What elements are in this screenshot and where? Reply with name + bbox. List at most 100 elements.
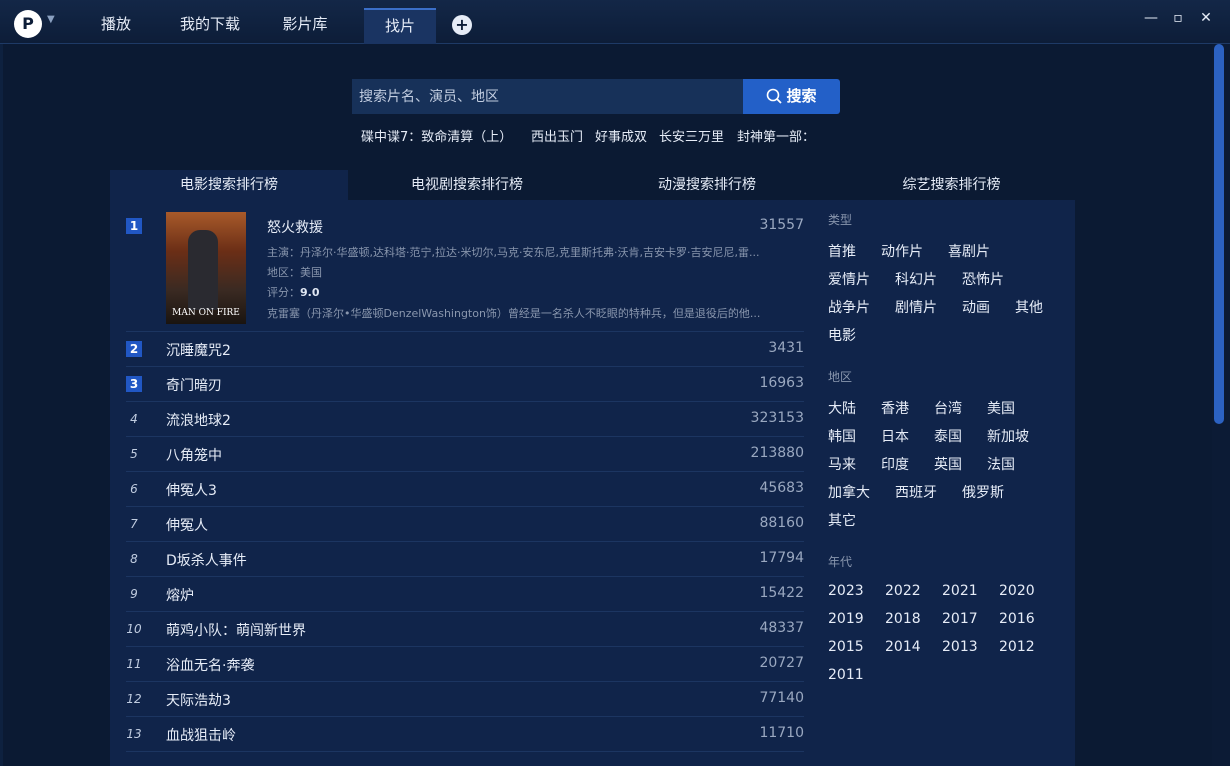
filter-region[interactable]: 台湾 bbox=[934, 398, 962, 418]
rank-number: 11 bbox=[126, 657, 142, 671]
filter-region[interactable]: 韩国 bbox=[828, 426, 856, 446]
search-button[interactable]: 搜索 bbox=[743, 79, 840, 114]
list-item[interactable]: 8 D坂杀人事件 17794 bbox=[126, 542, 804, 577]
chevron-down-icon[interactable]: ▼ bbox=[47, 14, 55, 25]
list-item-title[interactable]: 流浪地球2 bbox=[166, 410, 231, 430]
list-item[interactable]: 3 奇门暗刃 16963 bbox=[126, 367, 804, 402]
list-item-title[interactable]: 奇门暗刃 bbox=[166, 375, 222, 395]
maximize-icon[interactable]: ▫ bbox=[1168, 10, 1188, 26]
filter-region[interactable]: 美国 bbox=[987, 398, 1015, 418]
list-item[interactable]: 7 伸冤人 88160 bbox=[126, 507, 804, 542]
tab-play[interactable]: 播放 bbox=[80, 8, 152, 44]
hot-search-link[interactable]: 碟中谍7：致命清算（上） bbox=[361, 126, 512, 146]
list-item-title[interactable]: 萌鸡小队：萌闯新世界 bbox=[166, 620, 306, 640]
list-item-count: 11710 bbox=[759, 725, 804, 741]
hot-search-link[interactable]: 好事成双 bbox=[595, 126, 647, 146]
filter-year[interactable]: 2021 bbox=[942, 583, 978, 599]
list-item-title[interactable]: 血战狙击岭 bbox=[166, 725, 236, 745]
list-item[interactable]: 2 沉睡魔咒2 3431 bbox=[126, 332, 804, 367]
list-item-title[interactable]: 熔炉 bbox=[166, 585, 194, 605]
filter-region[interactable]: 其它 bbox=[828, 510, 856, 530]
list-item-title[interactable]: 浴血无名·奔袭 bbox=[166, 655, 254, 675]
ranking-tab-movie[interactable]: 电影搜索排行榜 bbox=[110, 170, 348, 200]
search-input[interactable] bbox=[352, 79, 744, 114]
category-year-heading: 年代 bbox=[828, 555, 853, 569]
list-item[interactable]: 11 浴血无名·奔袭 20727 bbox=[126, 647, 804, 682]
filter-year[interactable]: 2015 bbox=[828, 639, 864, 655]
filter-type[interactable]: 电影 bbox=[828, 325, 856, 345]
filter-year[interactable]: 2022 bbox=[885, 583, 921, 599]
list-item[interactable]: 4 流浪地球2 323153 bbox=[126, 402, 804, 437]
tab-find[interactable]: 找片 bbox=[364, 8, 436, 44]
ranking-tab-variety[interactable]: 综艺搜索排行榜 bbox=[828, 170, 1075, 200]
hot-search-link[interactable]: 西出玉门 bbox=[531, 126, 583, 146]
filter-region[interactable]: 英国 bbox=[934, 454, 962, 474]
filter-region[interactable]: 马来 bbox=[828, 454, 856, 474]
filter-region[interactable]: 泰国 bbox=[934, 426, 962, 446]
filter-type[interactable]: 恐怖片 bbox=[962, 269, 1004, 289]
filter-type[interactable]: 首推 bbox=[828, 241, 856, 261]
list-item-count: 323153 bbox=[750, 410, 804, 426]
featured-ranking-item[interactable]: 1 MAN ON FIRE 怒火救援 31557 主演：丹泽尔·华盛顿,达科塔·… bbox=[126, 207, 804, 332]
list-item-title[interactable]: 沉睡魔咒2 bbox=[166, 340, 231, 360]
list-item-title[interactable]: 伸冤人 bbox=[166, 515, 208, 535]
list-item[interactable]: 13 血战狙击岭 11710 bbox=[126, 717, 804, 752]
list-item-title[interactable]: 天际浩劫3 bbox=[166, 690, 231, 710]
list-item-title[interactable]: 伸冤人3 bbox=[166, 480, 217, 500]
filter-year[interactable]: 2014 bbox=[885, 639, 921, 655]
filter-type[interactable]: 动作片 bbox=[881, 241, 923, 261]
filter-type[interactable]: 剧情片 bbox=[895, 297, 937, 317]
featured-title[interactable]: 怒火救援 bbox=[267, 217, 323, 237]
app-logo[interactable]: P bbox=[14, 10, 42, 38]
list-item[interactable]: 6 伸冤人3 45683 bbox=[126, 472, 804, 507]
movie-poster[interactable]: MAN ON FIRE bbox=[166, 212, 246, 324]
filter-year[interactable]: 2017 bbox=[942, 611, 978, 627]
rank-badge: 2 bbox=[126, 341, 142, 357]
filter-region[interactable]: 西班牙 bbox=[895, 482, 937, 502]
filter-region[interactable]: 新加坡 bbox=[987, 426, 1029, 446]
filter-type[interactable]: 喜剧片 bbox=[948, 241, 990, 261]
filter-year[interactable]: 2013 bbox=[942, 639, 978, 655]
filter-region[interactable]: 大陆 bbox=[828, 398, 856, 418]
filter-region[interactable]: 法国 bbox=[987, 454, 1015, 474]
list-item[interactable]: 10 萌鸡小队：萌闯新世界 48337 bbox=[126, 612, 804, 647]
list-item[interactable]: 5 八角笼中 213880 bbox=[126, 437, 804, 472]
poster-title: MAN ON FIRE bbox=[172, 308, 240, 318]
filter-region[interactable]: 香港 bbox=[881, 398, 909, 418]
filter-region[interactable]: 印度 bbox=[881, 454, 909, 474]
ranking-tab-anime[interactable]: 动漫搜索排行榜 bbox=[586, 170, 828, 200]
ranking-tab-tv[interactable]: 电视剧搜索排行榜 bbox=[348, 170, 586, 200]
add-tab-icon[interactable]: + bbox=[452, 15, 472, 35]
tab-library[interactable]: 影片库 bbox=[268, 8, 342, 44]
list-item-count: 16963 bbox=[759, 375, 804, 391]
scrollbar-thumb[interactable] bbox=[1214, 44, 1224, 424]
search-button-label: 搜索 bbox=[786, 87, 817, 105]
filter-year[interactable]: 2018 bbox=[885, 611, 921, 627]
filter-type[interactable]: 其他 bbox=[1015, 297, 1043, 317]
list-item[interactable]: 9 熔炉 15422 bbox=[126, 577, 804, 612]
filter-year[interactable]: 2016 bbox=[999, 611, 1035, 627]
filter-region[interactable]: 加拿大 bbox=[828, 482, 870, 502]
close-icon[interactable]: ✕ bbox=[1196, 10, 1216, 26]
filter-year[interactable]: 2023 bbox=[828, 583, 864, 599]
hot-search-link[interactable]: 封神第一部： bbox=[737, 126, 815, 146]
featured-synopsis: 克雷塞（丹泽尔•华盛顿DenzelWashington饰）曾经是一名杀人不眨眼的… bbox=[267, 307, 761, 320]
list-item-count: 15422 bbox=[759, 585, 804, 601]
filter-region[interactable]: 日本 bbox=[881, 426, 909, 446]
filter-region[interactable]: 俄罗斯 bbox=[962, 482, 1004, 502]
list-item-title[interactable]: 八角笼中 bbox=[166, 445, 222, 465]
filter-type[interactable]: 爱情片 bbox=[828, 269, 870, 289]
list-item-title[interactable]: D坂杀人事件 bbox=[166, 550, 247, 570]
list-item[interactable]: 12 天际浩劫3 77140 bbox=[126, 682, 804, 717]
filter-type[interactable]: 动画 bbox=[962, 297, 990, 317]
filter-year[interactable]: 2011 bbox=[828, 667, 864, 683]
hot-search-link[interactable]: 长安三万里 bbox=[659, 126, 724, 146]
filter-type[interactable]: 战争片 bbox=[828, 297, 870, 317]
filter-year[interactable]: 2012 bbox=[999, 639, 1035, 655]
filter-year[interactable]: 2019 bbox=[828, 611, 864, 627]
filter-year[interactable]: 2020 bbox=[999, 583, 1035, 599]
tab-downloads[interactable]: 我的下载 bbox=[160, 8, 260, 44]
filter-type[interactable]: 科幻片 bbox=[895, 269, 937, 289]
rank-number: 8 bbox=[130, 552, 138, 566]
minimize-icon[interactable]: — bbox=[1141, 10, 1161, 26]
